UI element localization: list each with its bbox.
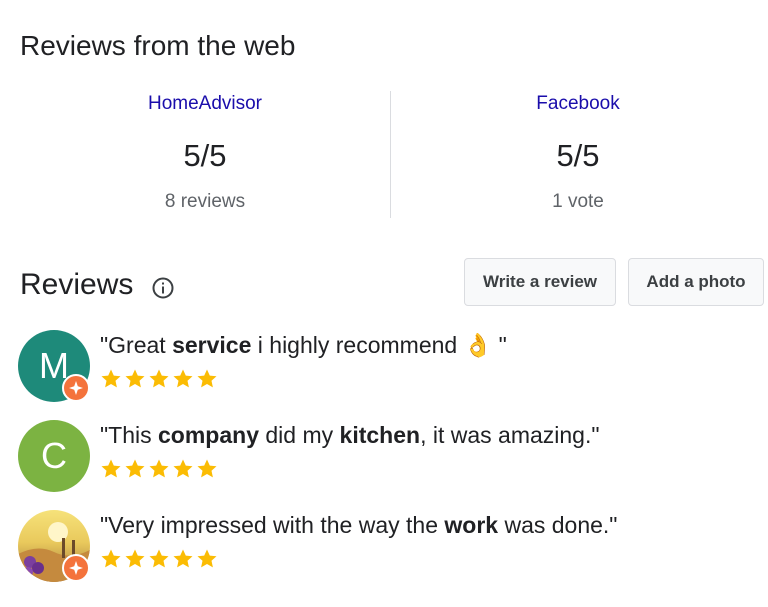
star-icon	[149, 459, 169, 478]
star-icon	[101, 549, 121, 568]
ok-hand-emoji: 👌	[463, 332, 493, 358]
review-item: M "Great service i highly recommend 👌 "	[18, 330, 758, 402]
source-score: 5/5	[556, 138, 600, 173]
add-photo-button[interactable]: Add a photo	[628, 258, 764, 306]
star-rating	[100, 458, 218, 480]
star-icon	[125, 369, 145, 388]
reviews-title: Reviews	[20, 268, 134, 301]
source-name-link[interactable]: Facebook	[428, 90, 728, 118]
star-icon	[149, 369, 169, 388]
review-text: "Great service i highly recommend 👌 "	[100, 332, 507, 358]
divider	[390, 91, 391, 218]
avatar-letter: C	[41, 435, 67, 476]
star-icon	[173, 549, 193, 568]
source-count: 8 reviews	[164, 191, 246, 212]
star-icon	[173, 369, 193, 388]
star-icon	[197, 459, 217, 478]
star-icon	[197, 549, 217, 568]
star-icon	[125, 459, 145, 478]
review-text: "This company did my kitchen, it was ama…	[100, 422, 600, 448]
star-icon	[125, 549, 145, 568]
star-icon	[101, 459, 121, 478]
source-facebook: Facebook 5/5 1 vote	[428, 90, 728, 214]
source-name-link[interactable]: HomeAdvisor	[55, 90, 355, 118]
star-icon	[101, 369, 121, 388]
review-text: "Very impressed with the way the work wa…	[100, 512, 618, 538]
star-rating	[100, 548, 218, 570]
star-icon	[173, 459, 193, 478]
web-reviews-title: Reviews from the web	[20, 30, 296, 61]
info-icon[interactable]	[151, 276, 175, 300]
write-review-button[interactable]: Write a review	[464, 258, 616, 306]
avatar[interactable]: C	[18, 420, 90, 492]
star-rating	[100, 368, 218, 390]
star-icon	[197, 369, 217, 388]
local-guide-badge-icon	[62, 374, 90, 402]
review-item: "Very impressed with the way the work wa…	[18, 510, 758, 582]
review-item: C "This company did my kitchen, it was a…	[18, 420, 758, 492]
source-homeadvisor: HomeAdvisor 5/5 8 reviews	[55, 90, 355, 214]
local-guide-badge-icon	[62, 554, 90, 582]
source-count: 1 vote	[552, 191, 604, 212]
source-score: 5/5	[183, 138, 227, 173]
star-icon	[149, 549, 169, 568]
